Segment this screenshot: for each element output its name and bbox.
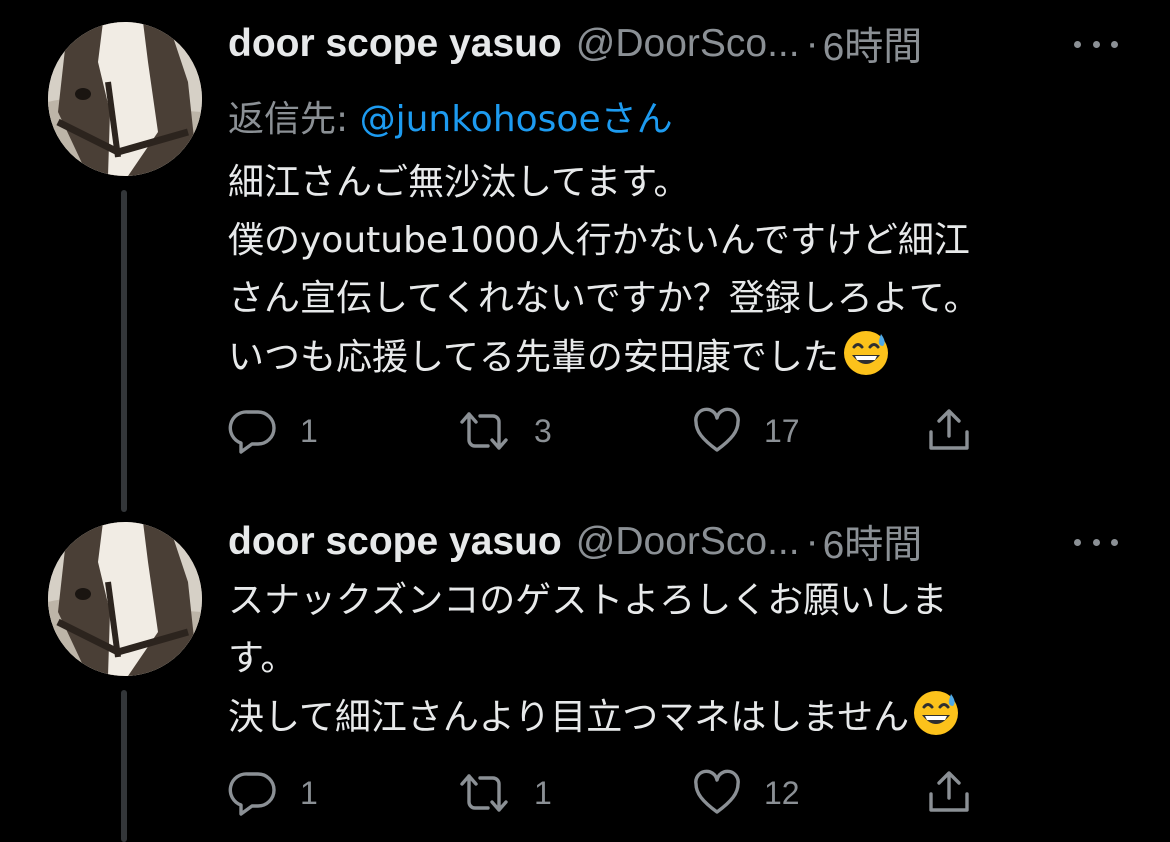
share-icon [929, 771, 969, 812]
action-bar: 1 3 17 [228, 406, 988, 456]
tweet-text: 細江さんご無沙汰してます。 僕のyoutube1000人行かないんですけど細江 … [228, 154, 1128, 387]
reply-button[interactable]: 1 [228, 406, 318, 456]
horse-avatar-icon [48, 522, 202, 676]
timestamp[interactable]: 6時間 [823, 16, 923, 72]
avatar[interactable] [48, 522, 202, 676]
grinning-sweat-emoji-icon [914, 691, 959, 735]
timestamp[interactable]: 6時間 [823, 514, 923, 570]
display-name[interactable]: door scope yasuo [228, 520, 562, 564]
retweet-button[interactable]: 3 [456, 406, 552, 456]
reply-count: 1 [300, 774, 318, 811]
like-count: 12 [764, 774, 800, 811]
reply-icon [228, 772, 276, 816]
tweet-text-line: スナックズンコのゲストよろしくお願いしま [228, 580, 948, 621]
reply-icon [228, 410, 276, 454]
reply-button[interactable]: 1 [228, 768, 318, 818]
like-count: 17 [764, 412, 800, 449]
tweet[interactable]: door scope yasuo @DoorSco... · 6時間 スナックズ… [0, 512, 1170, 842]
retweet-count: 3 [534, 412, 552, 449]
reply-count: 1 [300, 412, 318, 449]
tweet-text-line: 僕のyoutube1000人行かないんですけど細江 [228, 220, 970, 261]
reply-to-label: 返信先: [228, 99, 349, 140]
tweet-text-line: いつも応援してる先輩の安田康でした [228, 328, 1128, 387]
retweet-count: 1 [534, 774, 552, 811]
tweet[interactable]: door scope yasuo @DoorSco... · 6時間 返信先: … [0, 14, 1170, 484]
display-name[interactable]: door scope yasuo [228, 22, 562, 66]
separator-dot: · [805, 520, 819, 563]
tweet-text-line: 細江さんご無沙汰してます。 [228, 162, 690, 203]
grinning-sweat-emoji-icon [843, 331, 888, 375]
reply-mention-link[interactable]: @junkohosoeさん [360, 99, 673, 140]
tweet-text-line: 決して細江さんより目立つマネはしません [228, 688, 1128, 747]
separator-dot: · [805, 22, 819, 65]
share-button[interactable] [924, 406, 974, 456]
action-bar: 1 1 12 [228, 768, 988, 818]
tweet-text-line: す。 [228, 638, 297, 679]
horse-avatar-icon [48, 22, 202, 176]
retweet-icon [460, 774, 508, 812]
like-button[interactable]: 12 [692, 768, 800, 818]
reply-to-line: 返信先: @junkohosoeさん [228, 90, 673, 142]
more-icon[interactable] [1074, 532, 1118, 552]
tweet-header: door scope yasuo @DoorSco... · 6時間 [228, 14, 922, 74]
heart-icon [694, 407, 740, 452]
tweet-header: door scope yasuo @DoorSco... · 6時間 [228, 512, 922, 572]
avatar[interactable] [48, 22, 202, 176]
user-handle[interactable]: @DoorSco... [576, 22, 800, 66]
user-handle[interactable]: @DoorSco... [576, 520, 800, 564]
retweet-icon [460, 412, 508, 450]
share-button[interactable] [924, 768, 974, 818]
share-icon [929, 409, 969, 450]
retweet-button[interactable]: 1 [456, 768, 552, 818]
tweet-text: スナックズンコのゲストよろしくお願いしま す。 決して細江さんより目立つマネはし… [228, 572, 1128, 747]
like-button[interactable]: 17 [692, 406, 800, 456]
more-icon[interactable] [1074, 34, 1118, 54]
tweet-text-line: さん宣伝してくれないですか？登録しろよて。 [228, 278, 980, 319]
heart-icon [694, 769, 740, 814]
